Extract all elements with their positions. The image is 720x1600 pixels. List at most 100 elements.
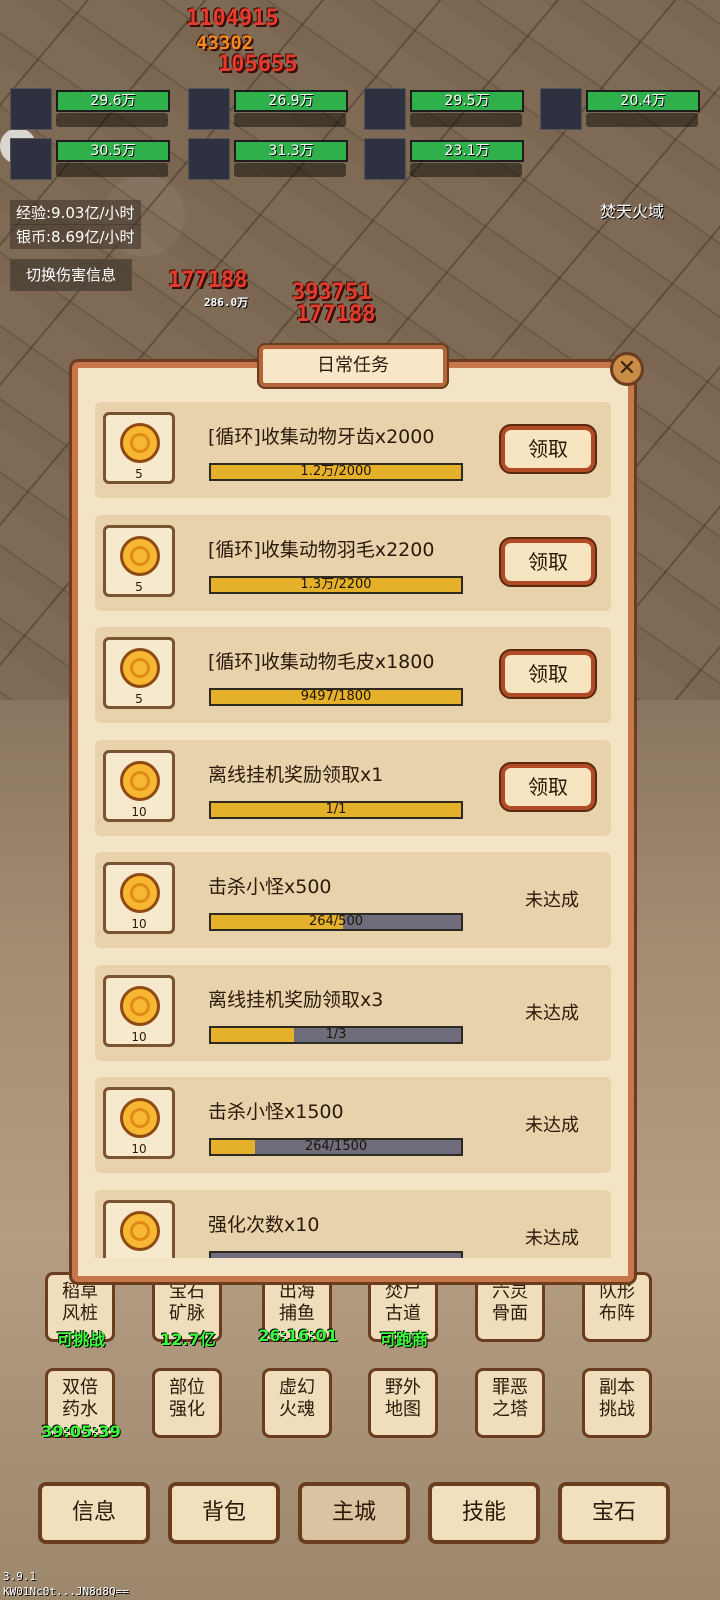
menu-tile-label: 出海 捕鱼 xyxy=(279,1281,315,1324)
tile-status: 39:05:39 xyxy=(41,1422,121,1441)
hero-portrait xyxy=(364,88,406,130)
menu-tile[interactable]: 副本 挑战 xyxy=(582,1368,652,1438)
coin-icon xyxy=(120,1210,160,1251)
tile-status: 可挑战 xyxy=(56,1330,105,1349)
task-progress-bar: 1.3万/2200 xyxy=(209,575,463,594)
hero-hp: 26.9万 xyxy=(234,90,348,112)
damage-number: 177188 xyxy=(168,268,248,293)
menu-tile[interactable]: 六灵 骨面 xyxy=(475,1272,545,1342)
reward-quantity: 5 xyxy=(135,467,143,481)
task-row: 10 离线挂机奖励领取x3 1/3 未达成 xyxy=(95,964,611,1061)
progress-text: 1/1 xyxy=(325,801,347,817)
hero-hp: 29.5万 xyxy=(410,90,524,112)
coin-icon xyxy=(120,985,160,1026)
claim-button[interactable]: 领取 xyxy=(501,651,595,697)
progress-text: 9497/1800 xyxy=(300,689,372,704)
reward-quantity: 5 xyxy=(135,579,143,594)
reward-coin-icon[interactable]: 5 xyxy=(103,637,175,709)
reward-coin-icon[interactable]: 10 xyxy=(103,862,175,934)
dialog-title: 日常任务 xyxy=(259,345,447,387)
hero-portrait xyxy=(188,88,230,130)
damage-number: 177188 xyxy=(296,302,376,327)
task-name: [循环]收集动物毛皮x1800 xyxy=(208,651,435,673)
close-icon[interactable]: ✕ xyxy=(610,352,644,386)
task-row: 10 离线挂机奖励领取x1 1/1 领取 xyxy=(95,739,611,836)
claim-button[interactable]: 领取 xyxy=(501,426,595,472)
menu-tile-label: 六灵 骨面 xyxy=(492,1281,528,1324)
nav-tab-info[interactable]: 信息 xyxy=(38,1482,150,1544)
task-name: [循环]收集动物羽毛x2200 xyxy=(208,538,435,561)
hero-portrait xyxy=(540,88,582,130)
hero-card[interactable]: 20.4万 xyxy=(540,88,706,132)
reward-coin-icon[interactable]: 10 xyxy=(103,974,175,1047)
version-label: 3.9.1 xyxy=(3,1570,37,1583)
nav-tab-gems[interactable]: 宝石 xyxy=(558,1482,670,1544)
task-progress-bar xyxy=(209,1250,463,1258)
hero-buff-icons xyxy=(56,163,168,177)
menu-tile-label: 副本 挑战 xyxy=(599,1377,635,1420)
hero-card[interactable]: 29.5万 xyxy=(364,88,530,132)
reward-coin-icon[interactable]: 10 xyxy=(103,1087,175,1159)
nav-tab-bag[interactable]: 背包 xyxy=(168,1482,280,1544)
nav-tab-skills[interactable]: 技能 xyxy=(428,1482,540,1544)
task-progress-bar: 264/1500 xyxy=(209,1138,463,1156)
hero-buff-icons xyxy=(410,113,522,127)
device-code: KW01Nc0t...JN8d8Q== xyxy=(3,1585,129,1598)
tile-status: 26:16:01 xyxy=(258,1326,338,1345)
task-list[interactable]: 5 [循环]收集动物牙齿x2000 1.2万/2000 领取 5 [循环]收集动物羽毛x2… xyxy=(78,396,628,1258)
menu-tile[interactable]: 部位 强化 xyxy=(152,1368,222,1438)
menu-tile-label: 队形 布阵 xyxy=(599,1281,635,1324)
reward-coin-icon[interactable]: 5 xyxy=(103,412,175,484)
hero-buff-icons xyxy=(234,113,346,127)
reward-coin-icon[interactable]: 5 xyxy=(103,524,175,597)
reward-quantity: 10 xyxy=(131,1142,147,1156)
progress-text: 1.2万/2000 xyxy=(300,464,372,479)
hero-buff-icons xyxy=(234,163,346,177)
reward-coin-icon[interactable]: 10 xyxy=(103,749,175,822)
menu-tile[interactable]: 队形 布阵 xyxy=(582,1272,652,1342)
menu-tile-label: 罪恶 之塔 xyxy=(492,1377,528,1420)
task-row: 10 击杀小怪x1500 264/1500 未达成 xyxy=(95,1077,611,1173)
zone-name: 焚天火域 xyxy=(600,202,665,221)
task-row: 5 [循环]收集动物牙齿x2000 1.2万/2000 领取 xyxy=(95,402,611,498)
task-row: 强化次数x10 未达成 xyxy=(95,1189,611,1258)
coin-icon xyxy=(120,873,160,913)
hero-card[interactable]: 23.1万 xyxy=(364,138,530,182)
hero-card[interactable]: 26.9万 xyxy=(188,88,354,132)
toggle-damage-info-button[interactable]: 切换伤害信息 xyxy=(10,259,132,291)
hero-hp: 23.1万 xyxy=(410,140,524,162)
menu-tile-label: 宝石 矿脉 xyxy=(169,1281,205,1324)
tile-status: 12.7亿 xyxy=(160,1330,216,1349)
task-name: 击杀小怪x500 xyxy=(208,876,332,898)
hero-card[interactable]: 30.5万 xyxy=(10,138,176,182)
coin-icon xyxy=(120,1098,160,1138)
progress-text: 1/3 xyxy=(325,1026,347,1042)
hero-card[interactable]: 31.3万 xyxy=(188,138,354,182)
reward-coin-icon[interactable] xyxy=(103,1199,175,1258)
progress-text: 1.3万/2200 xyxy=(300,576,372,592)
task-status: 未达成 xyxy=(525,1002,579,1024)
reward-quantity: 10 xyxy=(131,804,147,819)
task-row: 5 [循环]收集动物毛皮x1800 9497/1800 领取 xyxy=(95,627,611,723)
menu-tile-label: 稻草 风桩 xyxy=(62,1281,98,1324)
task-name: 强化次数x10 xyxy=(208,1213,320,1236)
hero-hp: 30.5万 xyxy=(56,140,170,162)
task-name: 离线挂机奖励领取x3 xyxy=(208,988,384,1011)
coin-icon xyxy=(120,423,160,463)
nav-tab-main-city[interactable]: 主城 xyxy=(298,1482,410,1544)
menu-tile[interactable]: 野外 地图 xyxy=(368,1368,438,1438)
task-progress-bar: 1.2万/2000 xyxy=(209,463,463,481)
hero-card[interactable]: 29.6万 xyxy=(10,88,176,132)
menu-tile[interactable]: 罪恶 之塔 xyxy=(475,1368,545,1438)
hero-buff-icons xyxy=(56,113,168,127)
claim-button[interactable]: 领取 xyxy=(501,763,595,810)
menu-tile[interactable]: 虚幻 火魂 xyxy=(262,1368,332,1438)
menu-tile-label: 双倍 药水 xyxy=(62,1377,98,1420)
reward-quantity: 5 xyxy=(135,692,143,706)
progress-text: 264/1500 xyxy=(304,1139,368,1154)
hero-hp: 29.6万 xyxy=(56,90,170,112)
claim-button[interactable]: 领取 xyxy=(501,538,595,585)
coin-icon xyxy=(120,535,160,576)
reward-quantity: 10 xyxy=(131,1029,147,1044)
task-progress-bar: 9497/1800 xyxy=(209,688,463,706)
